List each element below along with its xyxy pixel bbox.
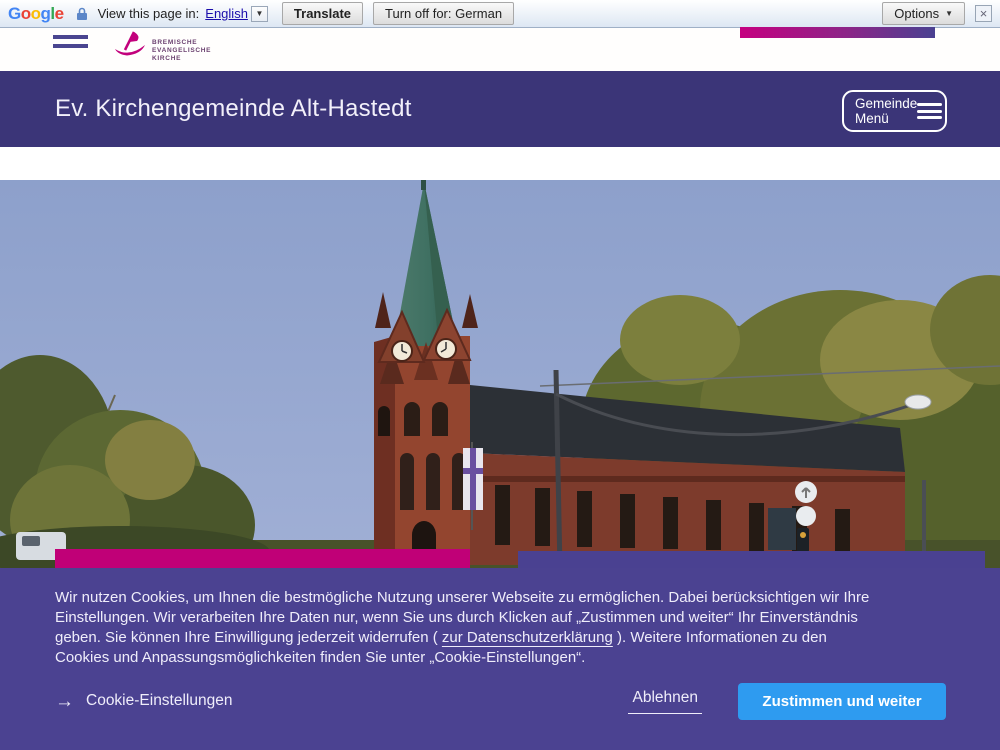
bek-logo[interactable]: Bremische Evangelische Kirche: [112, 29, 211, 66]
view-page-label: View this page in:: [98, 6, 200, 21]
hamburger-menu-icon[interactable]: [53, 35, 88, 52]
chevron-down-icon: ▼: [255, 10, 263, 18]
chevron-down-icon: ▼: [945, 10, 953, 18]
logo-text: Bremische Evangelische Kirche: [152, 39, 211, 63]
language-link[interactable]: English: [205, 6, 248, 21]
language-dropdown[interactable]: ▼: [251, 6, 268, 22]
menu-hamburger-icon: [917, 100, 942, 123]
cookie-text: Wir nutzen Cookies, um Ihnen die bestmög…: [55, 588, 877, 668]
arrow-right-icon: →: [55, 692, 74, 711]
cookie-consent-banner: Wir nutzen Cookies, um Ihnen die bestmög…: [0, 568, 1000, 750]
title-bar: Ev. Kirchengemeinde Alt-Hastedt Gemeinde…: [0, 71, 1000, 147]
menu-button-label: Gemeinde Menü: [855, 96, 917, 127]
cookie-settings-link[interactable]: → Cookie-Einstellungen: [55, 692, 232, 711]
google-logo: Google: [8, 4, 64, 24]
arrow-sign: [796, 506, 816, 526]
close-translate-icon[interactable]: ×: [975, 5, 992, 22]
cookie-actions: → Cookie-Einstellungen Ablehnen Zustimme…: [55, 682, 946, 720]
cookie-buttons: Ablehnen Zustimmen und weiter: [628, 683, 946, 720]
translate-button[interactable]: Translate: [282, 2, 363, 25]
boat-icon: [112, 29, 148, 66]
decline-button[interactable]: Ablehnen: [628, 689, 702, 714]
gemeinde-menu-button[interactable]: Gemeinde Menü: [842, 90, 947, 132]
translate-bar-left: Google View this page in: English ▼ Tran…: [8, 2, 524, 25]
page-title: Ev. Kirchengemeinde Alt-Hastedt: [55, 95, 412, 123]
page: Google View this page in: English ▼ Tran…: [0, 0, 1000, 750]
lock-icon: [76, 7, 88, 21]
options-button[interactable]: Options▼: [882, 2, 965, 25]
privacy-policy-link[interactable]: zur Datenschutzerklärung: [442, 629, 613, 646]
turn-off-button[interactable]: Turn off for: German: [373, 2, 514, 25]
translate-bar-right: Options▼ ×: [882, 2, 992, 25]
traffic-light: [797, 528, 809, 552]
google-translate-bar: Google View this page in: English ▼ Tran…: [0, 0, 1000, 28]
header-gradient-strip: [740, 27, 935, 38]
accept-button[interactable]: Zustimmen und weiter: [738, 683, 946, 720]
